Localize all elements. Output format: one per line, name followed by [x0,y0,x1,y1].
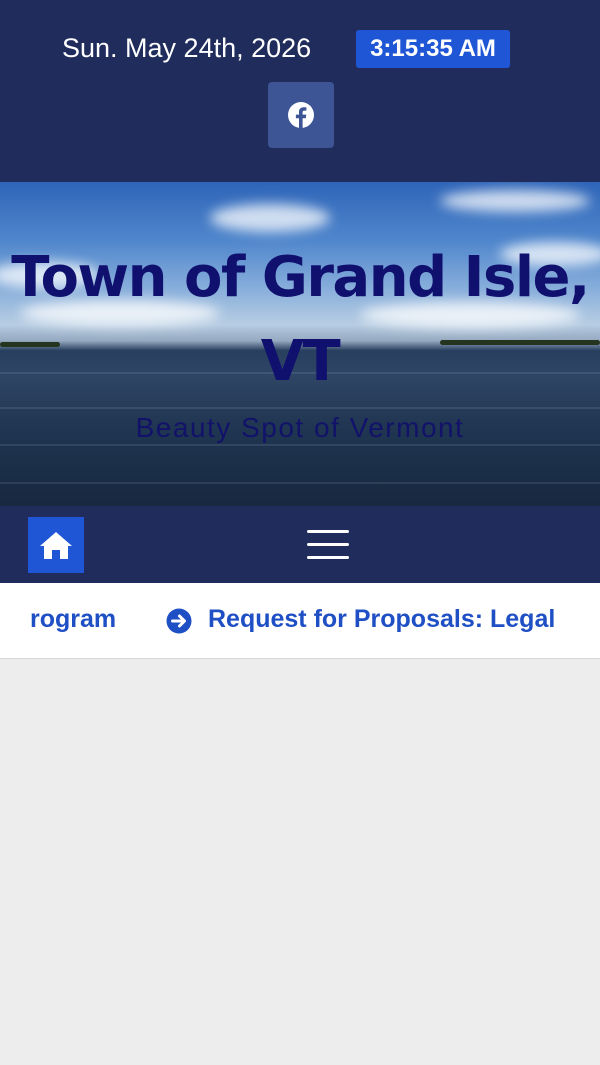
ticker-item[interactable]: Request for Proposals: Legal [208,605,555,634]
menu-bar [307,556,349,559]
current-date: Sun. May 24th, 2026 [62,33,312,63]
arrow-circle-right-icon [166,608,192,634]
news-ticker: rogram Request for Proposals: Legal [0,583,600,659]
wave [0,482,600,484]
site-title[interactable]: Town of Grand Isle, VT [0,236,600,404]
main-navbar [0,506,600,583]
home-icon [40,532,72,559]
menu-bar [307,530,349,533]
cloud [210,204,330,232]
wave [0,407,600,409]
top-bar: Sun. May 24th, 2026 3:15:35 AM [0,0,600,182]
site-tagline: Beauty Spot of Vermont [135,412,465,443]
cloud [440,190,590,212]
home-button[interactable] [28,517,84,573]
hamburger-menu-button[interactable] [304,528,352,562]
facebook-icon [288,102,314,128]
ticker-item[interactable]: rogram [30,605,116,634]
wave [0,444,600,446]
current-time: 3:15:35 AM [356,30,510,68]
main-content [0,659,600,1065]
facebook-button[interactable] [268,82,334,148]
menu-bar [307,543,349,546]
